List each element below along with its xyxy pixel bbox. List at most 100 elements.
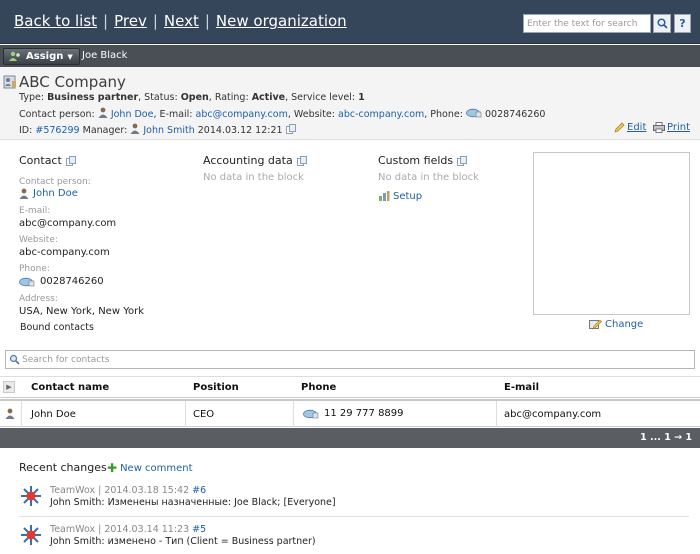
- contact-person-value[interactable]: John Doe: [33, 188, 78, 199]
- copy-icon[interactable]: [296, 155, 307, 166]
- navigation-links: Back to list | Prev | Next | New organization: [14, 12, 347, 30]
- setup-button[interactable]: Setup: [378, 190, 422, 202]
- website-link[interactable]: abc-company.com: [338, 109, 424, 120]
- email-link[interactable]: abc@company.com: [196, 109, 288, 120]
- nav-separator: |: [204, 12, 210, 30]
- column-header-position[interactable]: Position: [193, 382, 239, 393]
- organization-icon: [3, 75, 16, 89]
- change-text: John Smith: Изменены назначенные: Joe Bl…: [50, 497, 336, 508]
- teamwox-logo-icon: [21, 486, 41, 506]
- contact-section-title: Contact: [19, 154, 76, 167]
- pagination-bar: 1 ... 1 → 1: [0, 428, 700, 448]
- email-label: E-mail:: [19, 206, 51, 216]
- new-comment-label: New comment: [120, 462, 193, 474]
- column-header-contact-name[interactable]: Contact name: [31, 382, 109, 393]
- new-organization-link[interactable]: New organization: [216, 12, 347, 30]
- contacts-search-input[interactable]: [22, 353, 682, 366]
- change-number-link[interactable]: #5: [192, 524, 206, 535]
- global-search: ?: [523, 14, 691, 33]
- organization-header: ABC Company Type: Business partner, Stat…: [0, 67, 700, 140]
- setup-icon: [379, 191, 390, 201]
- edit-button[interactable]: Edit: [614, 122, 646, 133]
- copy-icon[interactable]: [457, 155, 468, 166]
- contacts-search-box: [5, 350, 695, 369]
- copy-icon[interactable]: [65, 155, 76, 166]
- email-cell: abc@company.com: [504, 409, 602, 420]
- printer-icon: [653, 122, 665, 133]
- top-nav-bar: Back to list | Prev | Next | New organization …: [0, 0, 700, 44]
- divider: [19, 516, 689, 517]
- edit-image-icon: [589, 319, 602, 330]
- website-value[interactable]: abc-company.com: [19, 247, 110, 258]
- pagination[interactable]: 1 ... 1 → 1: [640, 432, 692, 443]
- global-search-input[interactable]: [523, 14, 651, 33]
- back-to-list-link[interactable]: Back to list: [14, 12, 97, 30]
- company-properties-line: Type: Business partner, Status: Open, Ra…: [19, 92, 365, 103]
- nav-separator: |: [152, 12, 158, 30]
- assign-button[interactable]: Assign ▼: [3, 48, 80, 65]
- column-header-email[interactable]: E-mail: [504, 382, 539, 393]
- contacts-table-header: ▶ Contact name Position Phone E-mail: [0, 376, 700, 398]
- teamwox-logo-icon: [21, 525, 41, 545]
- custom-fields-section-title: Custom fields: [378, 154, 468, 167]
- table-row[interactable]: John Doe CEO 11 29 777 8899 abc@company.…: [0, 399, 700, 427]
- company-name: ABC Company: [19, 73, 126, 91]
- accounting-no-data: No data in the block: [203, 172, 304, 183]
- email-value[interactable]: abc@company.com: [19, 218, 116, 229]
- address-value: USA, New York, New York: [19, 306, 144, 317]
- phone-icon: [19, 277, 35, 287]
- help-button[interactable]: ?: [674, 14, 691, 33]
- organization-photo: [533, 152, 690, 315]
- person-icon: [5, 408, 15, 419]
- recent-changes-title: Recent changes: [19, 461, 107, 474]
- person-icon: [19, 188, 29, 199]
- phone-value: 0028746260: [40, 276, 104, 287]
- change-number-link[interactable]: #6: [192, 485, 206, 496]
- prev-link[interactable]: Prev: [114, 12, 147, 30]
- assign-users-icon: [9, 51, 20, 61]
- change-label: Change: [605, 319, 644, 330]
- custom-fields-no-data: No data in the block: [378, 172, 479, 183]
- company-phone: 0028746260: [485, 109, 546, 120]
- contact-person-link[interactable]: John Doe: [111, 109, 154, 120]
- change-meta: TeamWox | 2014.03.14 11:23 #5: [50, 524, 207, 535]
- change-meta: TeamWox | 2014.03.18 15:42 #6: [50, 485, 207, 496]
- contact-person-label: Contact person:: [19, 177, 91, 187]
- assignee-name: Joe Black: [82, 50, 128, 61]
- new-comment-button[interactable]: ✚ New comment: [107, 461, 193, 475]
- copy-icon[interactable]: [285, 124, 296, 134]
- company-type: Business partner: [47, 92, 139, 103]
- chevron-down-icon: ▼: [67, 52, 73, 61]
- search-button[interactable]: [653, 14, 671, 33]
- print-label: Print: [667, 122, 691, 133]
- plus-icon: ✚: [107, 461, 118, 475]
- column-divider: [21, 401, 22, 427]
- next-link[interactable]: Next: [164, 12, 199, 30]
- bound-contacts-link[interactable]: Bound contacts: [20, 322, 94, 333]
- assign-button-label: Assign: [26, 51, 64, 62]
- position-cell: CEO: [193, 409, 215, 420]
- phone-icon: [466, 107, 482, 118]
- column-header-phone[interactable]: Phone: [301, 382, 336, 393]
- change-photo-button[interactable]: Change: [589, 319, 643, 330]
- phone-cell: 11 29 777 8899: [303, 408, 404, 419]
- search-icon: [656, 18, 668, 29]
- phone-label: Phone:: [19, 264, 50, 274]
- print-button[interactable]: Print: [653, 122, 690, 133]
- search-icon: [9, 354, 20, 365]
- accounting-section-title: Accounting data: [203, 154, 307, 167]
- record-id-link[interactable]: #576299: [35, 125, 79, 136]
- website-label: Website:: [19, 235, 58, 245]
- created-date: 2014.03.12 12:21: [197, 125, 283, 136]
- company-status: Open: [180, 92, 209, 103]
- column-divider: [496, 401, 497, 427]
- nav-separator: |: [103, 12, 109, 30]
- company-rating: Active: [251, 92, 286, 103]
- manager-link[interactable]: John Smith: [143, 125, 194, 136]
- person-icon: [130, 123, 140, 134]
- person-icon: [98, 107, 108, 118]
- address-label: Address:: [19, 294, 58, 304]
- change-text: John Smith: изменено - Тип (Client = Bus…: [50, 536, 316, 547]
- setup-label: Setup: [393, 190, 423, 202]
- expand-all-toggle[interactable]: ▶: [3, 381, 15, 393]
